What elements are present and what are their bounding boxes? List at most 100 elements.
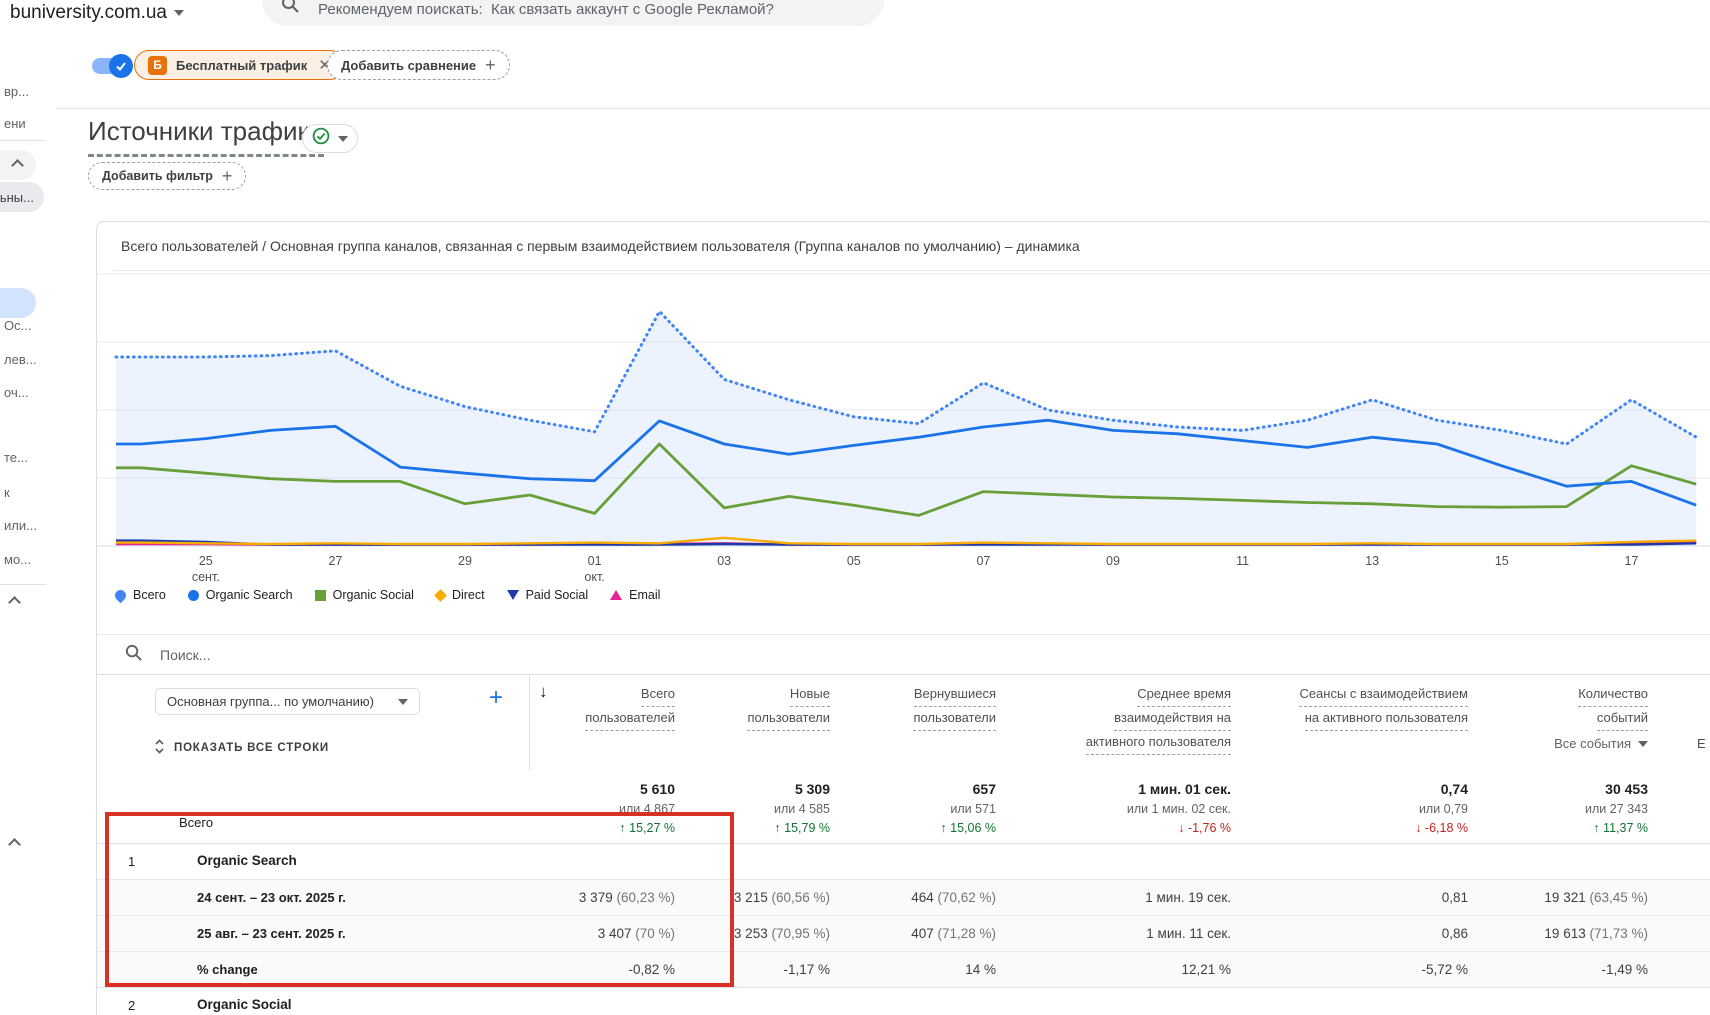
period-cell: 19 321 (63,45 %) [1408,890,1648,905]
add-comparison-button[interactable]: Добавить сравнение + [327,50,510,80]
column-header-line: активного пользователя [1085,731,1231,755]
cell-share: (71,28 %) [933,926,996,941]
check-circle-icon [312,127,330,150]
sidebar-item-truncated[interactable]: ени [4,116,26,131]
period-cell: 12,21 % [991,962,1231,977]
events-filter-value: Все события [1554,736,1631,751]
global-search-input[interactable]: Рекомендуем поискать: Как связать аккаун… [262,0,884,26]
traffic-line-chart[interactable] [97,264,1710,564]
chevron-up-icon[interactable] [8,838,21,851]
column-header[interactable]: Среднее время взаимодействия на активного … [971,683,1231,755]
chart-legend: Всего Organic Search Organic Social Direct P… [112,587,660,603]
cell-value: 1 мин. 11 сек. [1146,926,1231,941]
search-placeholder: Рекомендуем поискать: Как связать аккаун… [318,1,774,18]
legend-item[interactable]: Email [610,588,660,602]
legend-item[interactable]: Organic Search [187,588,293,602]
sidebar-item-truncated[interactable]: Ос... [4,318,31,333]
clipped-column-header: Е [1697,736,1706,751]
chevron-up-icon [11,158,24,172]
sidebar-item-truncated[interactable]: к [4,485,10,500]
report-card: Всего пользователей / Основная группа ка… [96,221,1710,1015]
cell-value: 1 мин. 19 сек. [1145,890,1231,905]
column-header[interactable]: Вернувшиеся пользователи [736,683,996,731]
toggle-check-icon [109,54,133,78]
row-index: 1 [128,854,136,869]
add-comparison-label: Добавить сравнение [341,57,477,73]
totals-delta: ↓ -1,76 % [1178,821,1231,835]
row-dimension-name: Organic Search [197,853,297,868]
x-axis-label: 09 [1106,554,1120,568]
period-cell: 407 (71,28 %) [756,926,996,941]
divider [0,584,46,585]
table-row-period[interactable]: % change -0,82 % -1,17 % 14 % 12,21 % -5,72 %… [97,952,1710,988]
comparison-chip-free-traffic[interactable]: Б Бесплатный трафик ✕ [134,50,345,80]
show-all-rows-button[interactable]: ПОКАЗАТЬ ВСЕ СТРОКИ [153,739,329,757]
sidebar-item-truncated[interactable]: или... [4,518,37,533]
cell-share: (71,73 %) [1585,926,1648,941]
add-filter-button[interactable]: Добавить фильтр + [88,162,247,190]
table-search-input[interactable]: Поиск... [97,634,1710,675]
legend-label: Direct [451,588,485,602]
table-row-dimension[interactable]: 2 Organic Social [97,988,1710,1015]
plus-icon: + [485,54,496,75]
x-axis-label: 07 [976,554,991,568]
table-body: Всего 5 610 или 4 867 ↑ 15,27 % 5 309 или 4 5… [97,771,1710,1015]
x-axis-label: 03 [717,554,732,568]
plus-icon: + [221,165,233,186]
sidebar-item-truncated[interactable]: те... [4,450,28,465]
sidebar-item-truncated[interactable]: оч... [4,385,29,400]
legend-item[interactable]: Direct [434,588,485,602]
property-selector[interactable]: buniversity.com.ua [10,2,184,24]
column-header[interactable]: Количество событий Все события [1388,683,1648,755]
chevron-down-icon [1638,741,1648,747]
sidebar-item-truncated[interactable]: лев... [4,352,37,367]
unfold-more-icon [153,739,166,757]
legend-label: Organic Search [205,588,293,602]
period-cell: 464 (70,62 %) [756,890,996,905]
table-search-placeholder: Поиск... [160,646,211,663]
totals-previous-value: или 1 мин. 02 сек. [1126,802,1231,816]
totals-value: 30 453 [1605,781,1648,797]
chip-label: Бесплатный трафик [176,57,308,73]
sidebar-collapse-button[interactable] [0,150,36,180]
triangle-down-icon [506,590,519,600]
chevron-up-icon[interactable] [8,596,21,609]
table-row-period[interactable]: 24 сент. – 23 окт. 2025 г. 3 379 (60,23 %… [97,880,1710,916]
x-axis-label: 15 [1494,554,1509,568]
legend-item[interactable]: Всего [112,587,166,603]
totals-row[interactable]: Всего 5 610 или 4 867 ↑ 15,27 % 5 309 или 4 5… [97,771,1710,844]
comparison-toggle[interactable] [92,54,133,78]
totals-cell: 1 мин. 01 сек. или 1 мин. 02 сек. ↓ -1,76 … [991,781,1231,835]
sidebar-item-truncated[interactable]: мо... [4,552,31,567]
divider [56,108,1710,109]
cell-value: 19 321 [1544,890,1586,905]
chip-letter-icon: Б [148,55,167,75]
row-dimension-name: Organic Social [197,997,292,1012]
legend-item[interactable]: Organic Social [314,588,414,602]
report-status-dropdown[interactable] [302,124,358,153]
table-row-period[interactable]: 25 авг. – 23 сент. 2025 г. 3 407 (70 %) 3 … [97,916,1710,952]
legend-item[interactable]: Paid Social [506,588,588,602]
triangle-up-icon [610,590,623,600]
drop-icon [112,587,129,603]
cell-value: 464 [911,890,934,905]
cell-value: 12,21 % [1181,962,1231,977]
chevron-down-icon [174,10,184,16]
table-row-dimension[interactable]: 1 Organic Search [97,844,1710,880]
period-cell: 1 мин. 11 сек. [991,926,1231,941]
totals-delta: ↑ 11,37 % [1593,821,1648,835]
period-cell: 14 % [756,962,996,977]
sidebar-item-truncated[interactable]: вр... [4,84,29,99]
period-cell: 1 мин. 19 сек. [991,890,1231,905]
x-axis-label: 01 окт. [584,554,605,584]
property-name: buniversity.com.ua [10,2,167,23]
events-filter-dropdown[interactable]: Все события [1554,733,1648,755]
column-header-line: событий [1596,707,1648,731]
cell-value: 407 [911,926,934,941]
totals-delta: ↑ 15,06 % [940,821,996,835]
page-title: Источники трафика [88,116,324,157]
divider [0,140,46,141]
sidebar-item-active[interactable] [0,288,36,318]
dimension-dropdown[interactable]: Основная группа... по умолчанию) [155,688,421,715]
sidebar-item-selected[interactable]: ьны... [0,182,44,212]
